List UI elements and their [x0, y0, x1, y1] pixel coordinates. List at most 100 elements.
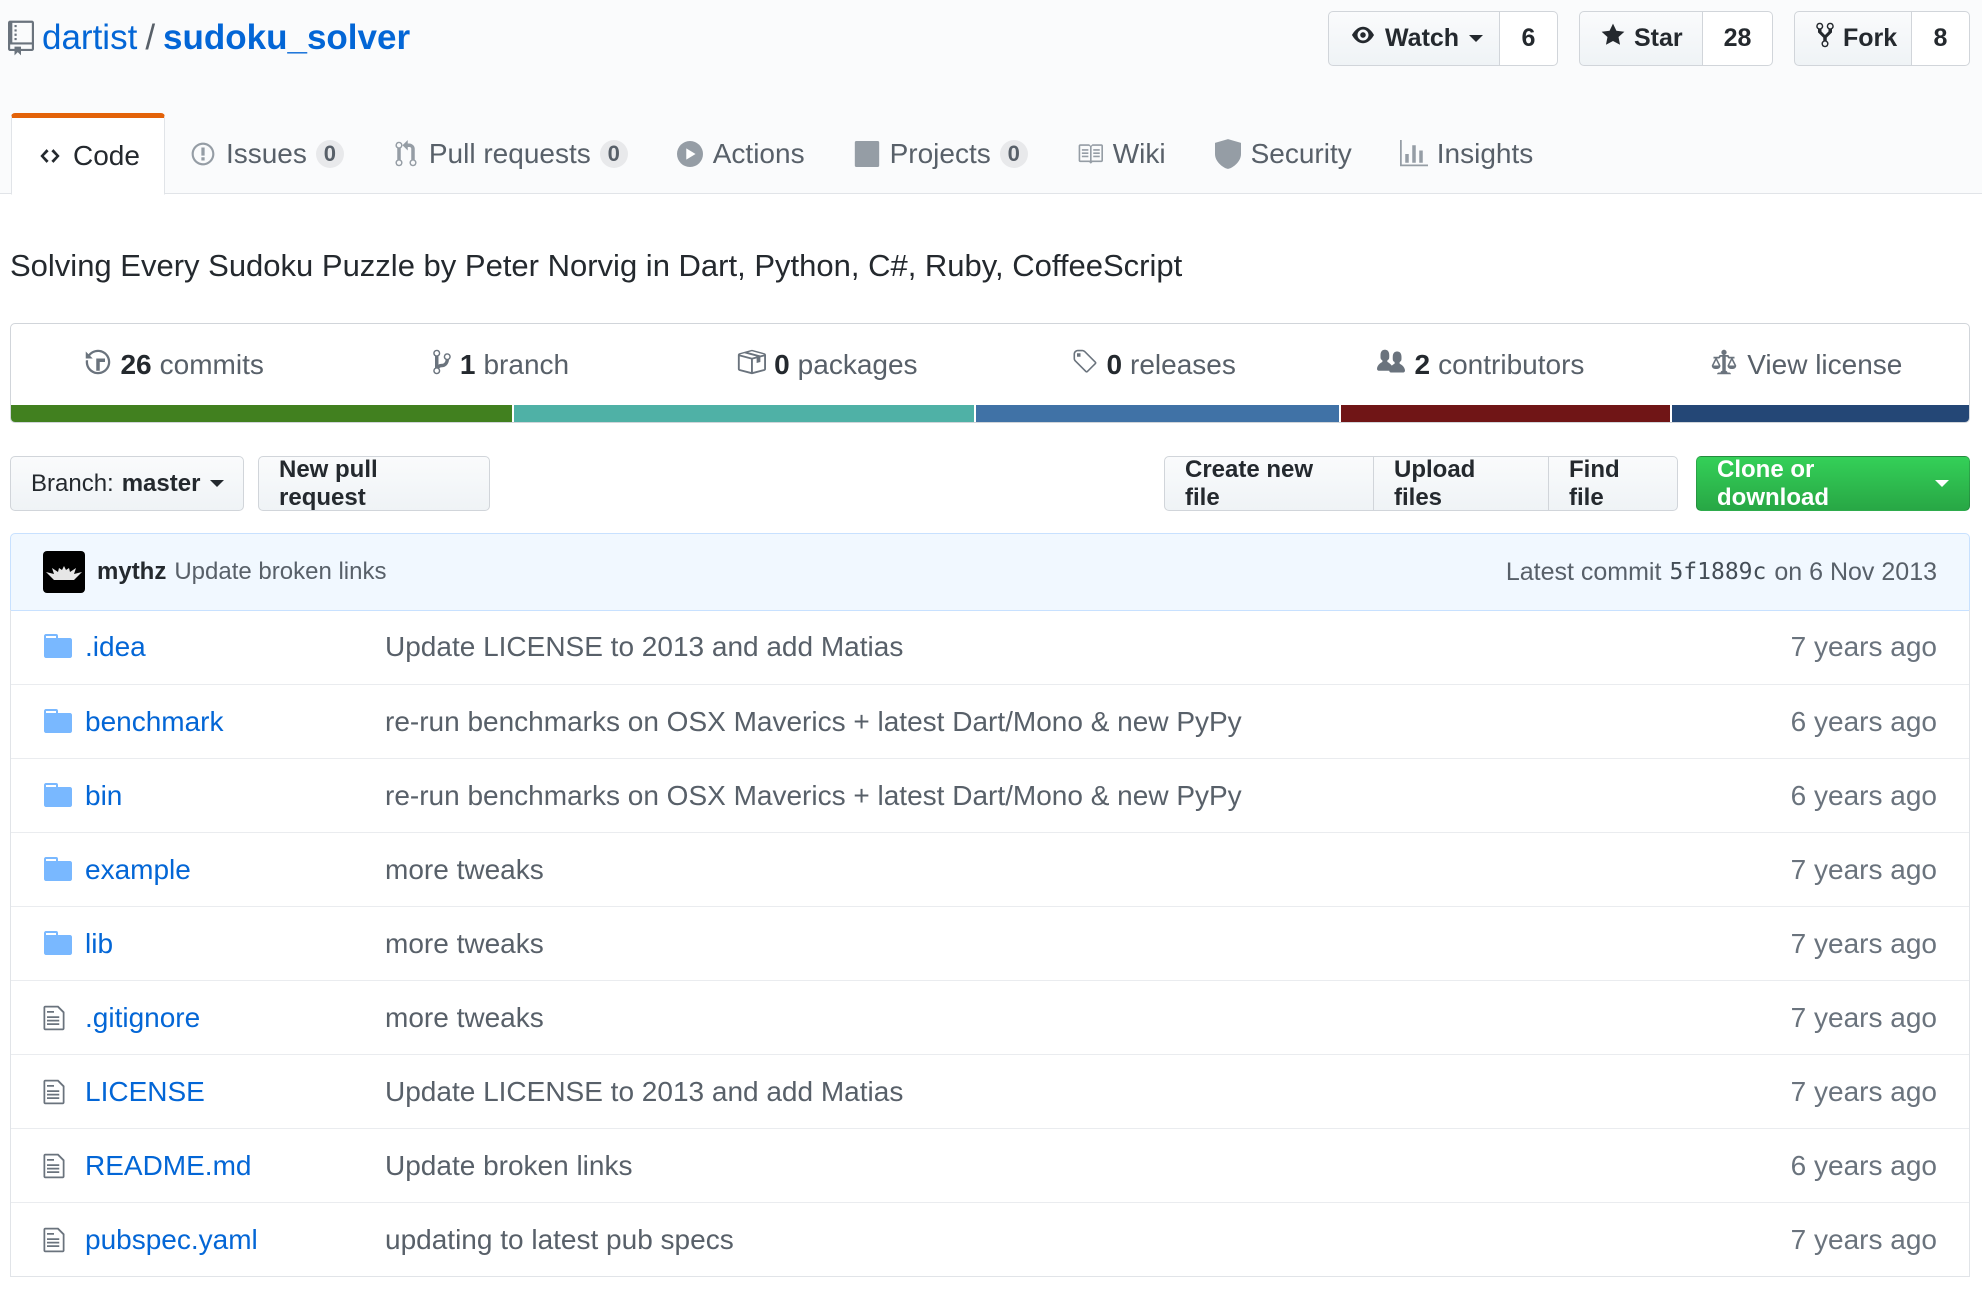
- tab-code[interactable]: Code: [11, 113, 165, 195]
- folder-icon: [43, 930, 73, 958]
- upload-files-button[interactable]: Upload files: [1373, 456, 1549, 511]
- find-file-button[interactable]: Find file: [1548, 456, 1678, 511]
- play-icon: [676, 140, 704, 168]
- releases-count: 0: [1106, 349, 1123, 380]
- folder-icon: [43, 856, 73, 884]
- star-button[interactable]: Star: [1579, 11, 1703, 66]
- releases-link[interactable]: 0 releases: [990, 348, 1316, 383]
- branch-prefix: Branch:: [31, 469, 114, 497]
- issue-icon: [189, 140, 217, 168]
- repo-icon: [8, 20, 34, 56]
- watch-button[interactable]: Watch: [1328, 11, 1500, 66]
- file-age: 6 years ago: [1790, 779, 1937, 811]
- create-new-file-button[interactable]: Create new file: [1164, 456, 1374, 511]
- tab-actions[interactable]: Actions: [652, 113, 829, 194]
- file-name-link[interactable]: example: [85, 854, 191, 886]
- repo-owner-link[interactable]: dartist: [42, 18, 137, 58]
- repo-name-link[interactable]: sudoku_solver: [163, 18, 410, 58]
- file-commit-message[interactable]: updating to latest pub specs: [385, 1224, 734, 1256]
- file-row: bin re-run benchmarks on OSX Maverics + …: [11, 758, 1969, 832]
- projects-counter: 0: [999, 139, 1028, 168]
- commits-link[interactable]: 26 commits: [11, 348, 337, 383]
- file-commit-message[interactable]: more tweaks: [385, 928, 544, 960]
- tab-security[interactable]: Security: [1190, 113, 1376, 194]
- file-commit-message[interactable]: more tweaks: [385, 1002, 544, 1034]
- contributors-link[interactable]: 2 contributors: [1316, 348, 1642, 383]
- file-icon: [43, 1078, 73, 1106]
- tab-label: Issues: [225, 137, 307, 169]
- file-name-link[interactable]: LICENSE: [85, 1076, 205, 1108]
- branches-count: 1: [459, 349, 476, 380]
- branch-select-button[interactable]: Branch: master: [10, 456, 244, 511]
- fork-count[interactable]: 8: [1912, 11, 1970, 66]
- license-label: View license: [1747, 349, 1903, 380]
- tab-wiki[interactable]: Wiki: [1052, 113, 1190, 194]
- file-commit-message[interactable]: Update LICENSE to 2013 and add Matias: [385, 631, 903, 663]
- contributors-count: 2: [1414, 349, 1431, 380]
- history-icon: [84, 348, 112, 383]
- file-name-link[interactable]: bin: [85, 780, 122, 812]
- clone-or-download-button[interactable]: Clone or download: [1696, 456, 1970, 511]
- issues-counter: 0: [315, 139, 344, 168]
- language-segment: [514, 405, 975, 422]
- shield-icon: [1214, 138, 1242, 169]
- chevron-down-icon: [210, 480, 225, 487]
- file-commit-message[interactable]: re-run benchmarks on OSX Maverics + late…: [385, 780, 1242, 812]
- commit-sha[interactable]: 5f1889c: [1669, 559, 1766, 585]
- language-bar[interactable]: [11, 405, 1969, 422]
- new-pull-request-button[interactable]: New pull request: [258, 456, 490, 511]
- fork-button[interactable]: Fork: [1794, 11, 1912, 66]
- folder-icon: [43, 708, 73, 736]
- project-icon: [853, 140, 881, 168]
- tab-issues[interactable]: Issues 0: [165, 113, 368, 194]
- license-link[interactable]: View license: [1643, 348, 1969, 383]
- file-age: 6 years ago: [1790, 1149, 1937, 1181]
- language-segment: [1672, 405, 1969, 422]
- branches-label: branch: [483, 349, 570, 380]
- file-list: .idea Update LICENSE to 2013 and add Mat…: [10, 610, 1970, 1277]
- star-count[interactable]: 28: [1703, 11, 1773, 66]
- star-label: Star: [1634, 24, 1683, 52]
- file-commit-message[interactable]: re-run benchmarks on OSX Maverics + late…: [385, 706, 1242, 738]
- tab-label: Pull requests: [428, 137, 591, 169]
- fork-label: Fork: [1843, 24, 1898, 52]
- file-age: 7 years ago: [1790, 853, 1937, 885]
- file-name-link[interactable]: README.md: [85, 1150, 251, 1182]
- packages-label: packages: [797, 349, 918, 380]
- eye-icon: [1349, 24, 1377, 53]
- chevron-down-icon: [1469, 35, 1484, 42]
- file-icon: [43, 1152, 73, 1180]
- repo-forked-icon: [1815, 21, 1835, 56]
- tag-icon: [1070, 348, 1098, 383]
- tab-label: Projects: [889, 137, 991, 169]
- watch-count[interactable]: 6: [1500, 11, 1558, 66]
- file-row: pubspec.yaml updating to latest pub spec…: [11, 1202, 1969, 1276]
- file-icon: [43, 1226, 73, 1254]
- file-name-link[interactable]: lib: [85, 928, 113, 960]
- code-icon: [36, 142, 64, 170]
- pull-request-icon: [392, 139, 420, 168]
- file-name-link[interactable]: .gitignore: [85, 1002, 200, 1034]
- file-commit-message[interactable]: more tweaks: [385, 854, 544, 886]
- tab-projects[interactable]: Projects 0: [829, 113, 1052, 194]
- avatar[interactable]: [43, 551, 85, 593]
- commit-author[interactable]: mythz: [97, 558, 166, 586]
- branches-link[interactable]: 1 branch: [337, 348, 663, 383]
- file-age: 7 years ago: [1790, 631, 1937, 662]
- file-commit-message[interactable]: Update LICENSE to 2013 and add Matias: [385, 1076, 903, 1108]
- repo-description: Solving Every Sudoku Puzzle by Peter Nor…: [10, 248, 1183, 283]
- tab-pull-requests[interactable]: Pull requests 0: [368, 113, 652, 194]
- repo-title: dartist / sudoku_solver: [8, 16, 410, 60]
- commit-message[interactable]: Update broken links: [174, 558, 386, 586]
- file-name-link[interactable]: pubspec.yaml: [85, 1224, 258, 1256]
- file-commit-message[interactable]: Update broken links: [385, 1150, 632, 1182]
- commit-meta: Latest commit 5f1889c on 6 Nov 2013: [1506, 558, 1937, 587]
- packages-link[interactable]: 0 packages: [664, 347, 990, 384]
- file-row: LICENSE Update LICENSE to 2013 and add M…: [11, 1054, 1969, 1128]
- fork-group: Fork 8: [1794, 11, 1970, 66]
- file-row: lib more tweaks 7 years ago: [11, 906, 1969, 980]
- tab-insights[interactable]: Insights: [1376, 113, 1558, 194]
- file-name-link[interactable]: .idea: [85, 631, 146, 663]
- file-name-link[interactable]: benchmark: [85, 706, 224, 738]
- pull-requests-counter: 0: [599, 139, 628, 168]
